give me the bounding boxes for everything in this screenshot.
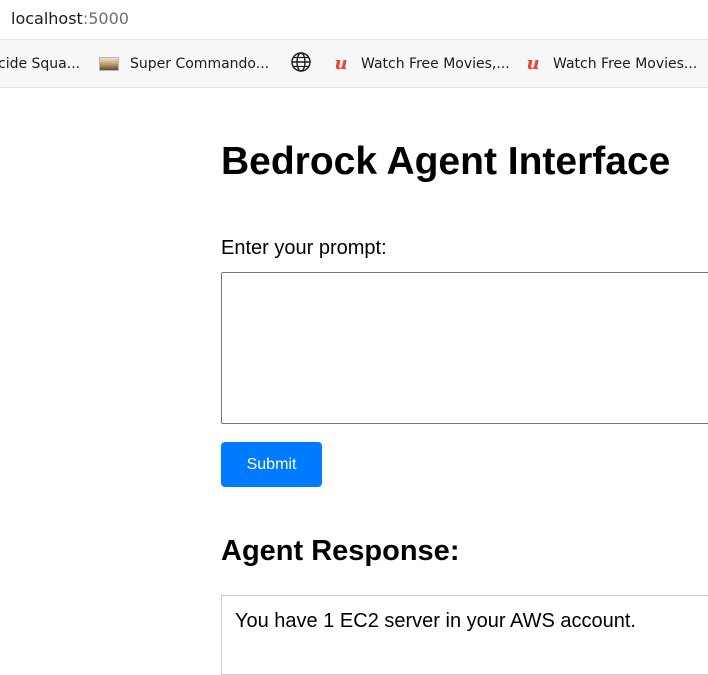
submit-button[interactable]: Submit — [221, 442, 322, 487]
response-box: You have 1 EC2 server in your AWS accoun… — [221, 595, 708, 675]
bookmark-item[interactable]: u Watch Free Movies,... — [332, 40, 510, 87]
bookmark-item[interactable]: Super Commando... — [99, 40, 269, 87]
bookmark-label: Watch Free Movies,... — [361, 55, 510, 72]
prompt-input[interactable] — [221, 272, 708, 424]
response-heading: Agent Response: — [221, 535, 460, 567]
bookmark-label: cide Squa... — [0, 55, 81, 72]
prompt-label: Enter your prompt: — [221, 237, 387, 259]
bookmark-item[interactable]: u Watch Free Movies... — [524, 40, 697, 87]
u-logo-icon: u — [526, 52, 540, 74]
u-logo-icon: u — [334, 52, 348, 74]
thumbnail-image-icon — [99, 56, 119, 71]
response-text: You have 1 EC2 server in your AWS accoun… — [235, 610, 636, 632]
bookmark-label: Watch Free Movies... — [553, 55, 698, 72]
bookmarks-bar: cide Squa... Super Commando... u Watch F… — [0, 40, 708, 88]
address-host: localhost — [11, 9, 83, 28]
bookmark-item[interactable] — [290, 40, 312, 87]
address-bar[interactable]: localhost:5000 — [0, 0, 708, 40]
bookmark-item[interactable]: cide Squa... — [0, 40, 80, 87]
bookmark-label: Super Commando... — [130, 55, 270, 72]
page-title: Bedrock Agent Interface — [221, 140, 671, 183]
globe-icon — [290, 51, 312, 77]
address-port: :5000 — [82, 9, 129, 28]
address-url[interactable]: localhost:5000 — [11, 9, 129, 28]
